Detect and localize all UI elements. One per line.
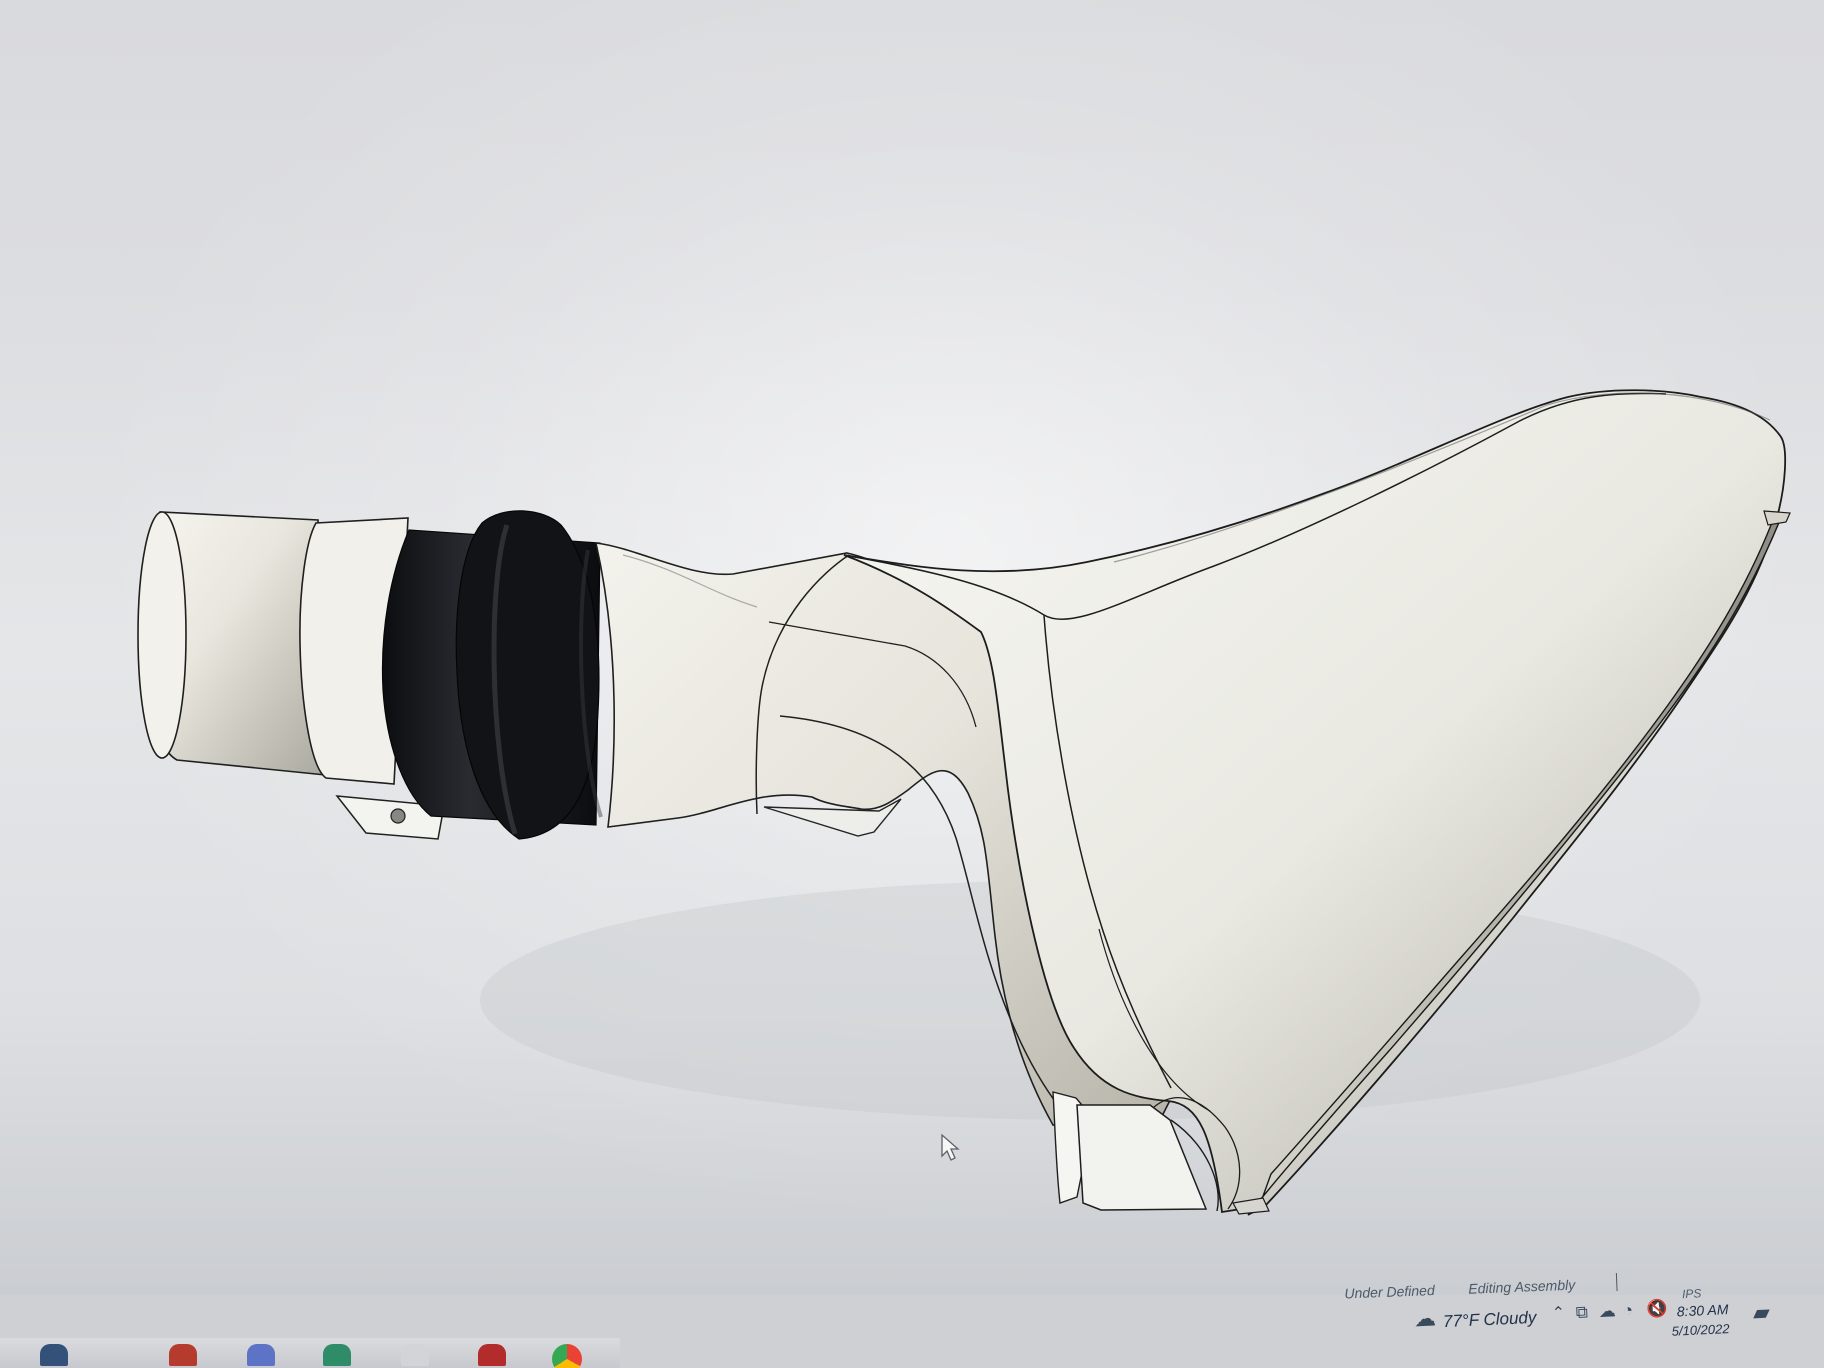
mouse-cursor-icon (941, 1133, 960, 1161)
chrome-icon[interactable] (552, 1344, 582, 1368)
wifi-icon[interactable]: ◔ (1622, 1300, 1633, 1319)
status-divider (1615, 1272, 1618, 1292)
network-icon[interactable]: ⧉ (1575, 1302, 1588, 1322)
cloud-icon: ☁ (1413, 1305, 1437, 1332)
clamp-screw (390, 808, 406, 824)
ime-indicator[interactable]: IPS (1682, 1286, 1702, 1301)
clock-date[interactable]: 5/10/2022 (1671, 1321, 1729, 1339)
taskbar-app-1[interactable] (40, 1344, 68, 1366)
inlet-cylinder (137, 511, 327, 776)
taskbar-app-4[interactable] (323, 1344, 351, 1366)
notification-icon[interactable]: ▰ (1752, 1299, 1770, 1325)
rubber-seal (381, 510, 603, 840)
solidworks-screen: Under Defined Editing Assembly ☁ 77°F Cl… (0, 0, 1824, 1368)
volume-muted-icon[interactable]: 🔇 (1646, 1299, 1668, 1319)
chevron-up-icon[interactable]: ⌃ (1551, 1305, 1565, 1324)
solidworks-icon[interactable] (478, 1344, 506, 1366)
taskbar-app-2[interactable] (169, 1344, 197, 1366)
graphics-area[interactable] (0, 0, 1824, 1295)
taskbar-app-3[interactable] (247, 1344, 275, 1366)
clock-time[interactable]: 8:30 AM (1676, 1301, 1728, 1319)
onedrive-icon[interactable]: ☁ (1598, 1301, 1616, 1321)
weather-label: 77°F Cloudy (1442, 1307, 1537, 1332)
cad-model-view[interactable] (0, 0, 1824, 1295)
taskbar-app-5[interactable] (401, 1344, 429, 1366)
taskbar-left (0, 1338, 620, 1368)
